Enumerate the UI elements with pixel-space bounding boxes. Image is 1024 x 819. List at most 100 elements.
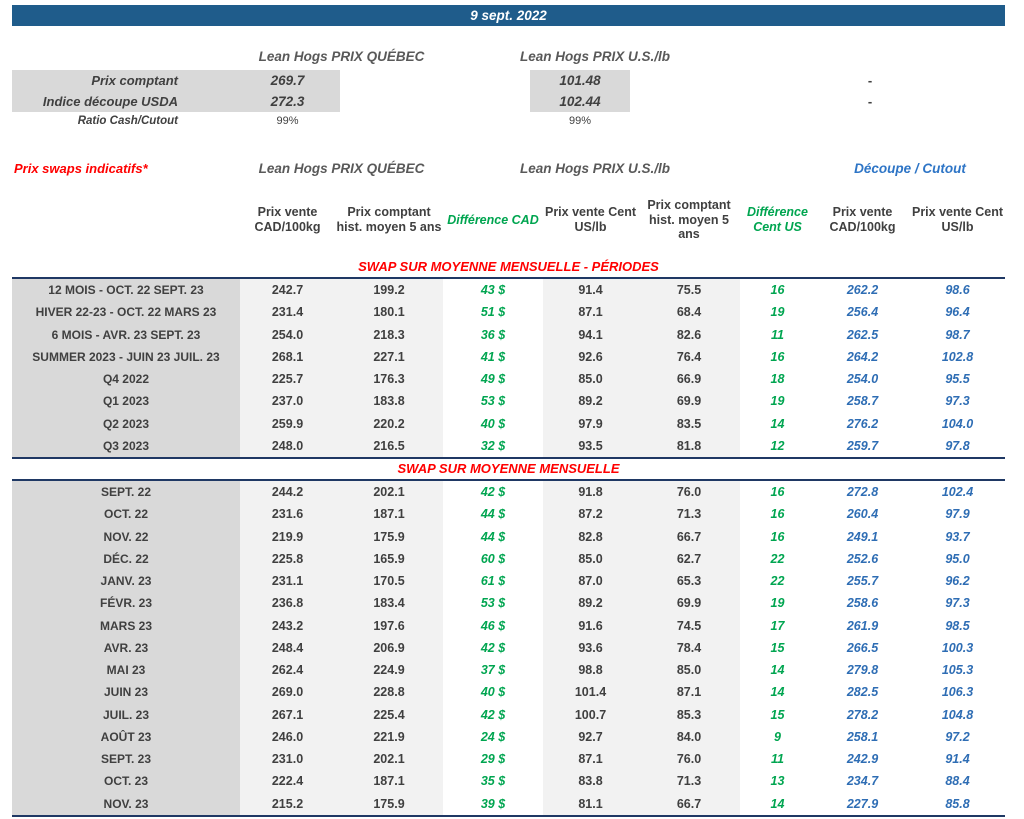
cell-prix-vente-cad: 231.1 [240, 570, 335, 592]
cell-prix-vente-cad: 231.4 [240, 301, 335, 323]
cell-cutout-us: 93.7 [910, 526, 1005, 548]
cutout-header: Découpe / Cutout [815, 158, 1005, 178]
row-label: Q2 2023 [12, 413, 240, 435]
cell-difference-cad: 44 $ [443, 526, 543, 548]
cell-hist-us: 76.4 [638, 346, 740, 368]
swap-table-mensuelle: SEPT. 22244.2202.142 $91.876.016272.8102… [12, 479, 1005, 817]
cell-prix-vente-cad: 248.4 [240, 637, 335, 659]
cell-prix-vente-cad: 222.4 [240, 770, 335, 792]
cell-hist-cad: 187.1 [335, 770, 443, 792]
row-label: Q3 2023 [12, 435, 240, 457]
cell-difference-cad: 44 $ [443, 503, 543, 525]
cell-cutout-cad: 252.6 [815, 548, 910, 570]
cell-hist-cad: 202.1 [335, 481, 443, 503]
cell-prix-vente-us: 91.4 [543, 279, 638, 301]
cell-difference-cad: 29 $ [443, 748, 543, 770]
column-header: Prix vente Cent US/lb [910, 190, 1005, 250]
cell-difference-us: 11 [740, 324, 815, 346]
swaps-quebec-header: Lean Hogs PRIX QUÉBEC [240, 158, 443, 178]
cell-prix-vente-us: 89.2 [543, 390, 638, 412]
cell-cutout-us: 104.8 [910, 704, 1005, 726]
column-header: Prix vente CAD/100kg [815, 190, 910, 250]
ratio-label: Ratio Cash/Cutout [12, 112, 178, 130]
cell-hist-us: 81.8 [638, 435, 740, 457]
cell-hist-cad: 216.5 [335, 435, 443, 457]
report-date: 9 sept. 2022 [470, 8, 547, 23]
cell-cutout-cad: 234.7 [815, 770, 910, 792]
cell-difference-us: 14 [740, 681, 815, 703]
cell-hist-us: 84.0 [638, 726, 740, 748]
cell-hist-us: 85.3 [638, 704, 740, 726]
cell-prix-vente-cad: 231.6 [240, 503, 335, 525]
cell-cutout-us: 88.4 [910, 770, 1005, 792]
cell-hist-us: 65.3 [638, 570, 740, 592]
cell-hist-us: 66.7 [638, 793, 740, 815]
cell-hist-cad: 170.5 [335, 570, 443, 592]
cell-cutout-cad: 258.7 [815, 390, 910, 412]
cell-cutout-us: 106.3 [910, 681, 1005, 703]
cell-hist-cad: 176.3 [335, 368, 443, 390]
cell-hist-us: 66.7 [638, 526, 740, 548]
cell-hist-cad: 220.2 [335, 413, 443, 435]
cell-hist-us: 74.5 [638, 615, 740, 637]
cell-difference-us: 14 [740, 413, 815, 435]
cell-cutout-cad: 254.0 [815, 368, 910, 390]
column-header: Prix comptant hist. moyen 5 ans [335, 190, 443, 250]
cell-hist-us: 62.7 [638, 548, 740, 570]
cell-difference-us: 12 [740, 435, 815, 457]
column-header: Différence CAD [443, 190, 543, 250]
cell-hist-cad: 224.9 [335, 659, 443, 681]
cell-hist-cad: 228.8 [335, 681, 443, 703]
cell-prix-vente-cad: 236.8 [240, 592, 335, 614]
cell-prix-vente-cad: 219.9 [240, 526, 335, 548]
spot-note-dash: - [845, 91, 895, 112]
cell-cutout-cad: 264.2 [815, 346, 910, 368]
cell-hist-cad: 175.9 [335, 526, 443, 548]
cell-prix-vente-us: 91.6 [543, 615, 638, 637]
cell-prix-vente-us: 82.8 [543, 526, 638, 548]
cell-cutout-cad: 278.2 [815, 704, 910, 726]
cell-prix-vente-cad: 231.0 [240, 748, 335, 770]
spot-row-label: Prix comptant [12, 70, 178, 91]
ratio-quebec-value: 99% [240, 112, 335, 130]
cell-hist-cad: 165.9 [335, 548, 443, 570]
swaps-title: Prix swaps indicatifs* [14, 158, 148, 178]
cell-cutout-cad: 262.5 [815, 324, 910, 346]
cell-difference-cad: 43 $ [443, 279, 543, 301]
cell-hist-us: 76.0 [638, 481, 740, 503]
cell-hist-cad: 199.2 [335, 279, 443, 301]
cell-difference-cad: 24 $ [443, 726, 543, 748]
cell-hist-us: 68.4 [638, 301, 740, 323]
cell-difference-cad: 61 $ [443, 570, 543, 592]
cell-prix-vente-cad: 244.2 [240, 481, 335, 503]
cell-cutout-cad: 227.9 [815, 793, 910, 815]
spot-quebec-value: 272.3 [240, 91, 335, 112]
date-header-bar: 9 sept. 2022 [12, 5, 1005, 26]
cell-difference-cad: 39 $ [443, 793, 543, 815]
cell-hist-cad: 180.1 [335, 301, 443, 323]
cell-difference-cad: 42 $ [443, 481, 543, 503]
cell-hist-us: 69.9 [638, 390, 740, 412]
cell-prix-vente-us: 83.8 [543, 770, 638, 792]
cell-hist-cad: 183.8 [335, 390, 443, 412]
cell-cutout-us: 100.3 [910, 637, 1005, 659]
cell-prix-vente-cad: 225.8 [240, 548, 335, 570]
cell-prix-vente-cad: 237.0 [240, 390, 335, 412]
cell-cutout-cad: 242.9 [815, 748, 910, 770]
cell-hist-cad: 197.6 [335, 615, 443, 637]
row-label: DÉC. 22 [12, 548, 240, 570]
cell-hist-us: 87.1 [638, 681, 740, 703]
cell-prix-vente-us: 100.7 [543, 704, 638, 726]
cell-prix-vente-us: 89.2 [543, 592, 638, 614]
cell-cutout-cad: 260.4 [815, 503, 910, 525]
cell-cutout-us: 98.7 [910, 324, 1005, 346]
cell-difference-us: 19 [740, 592, 815, 614]
cell-hist-us: 83.5 [638, 413, 740, 435]
row-label: FÉVR. 23 [12, 592, 240, 614]
cell-prix-vente-cad: 243.2 [240, 615, 335, 637]
spot-us-value: 102.44 [530, 91, 630, 112]
cell-difference-us: 11 [740, 748, 815, 770]
row-label: JANV. 23 [12, 570, 240, 592]
row-label: 12 MOIS - OCT. 22 SEPT. 23 [12, 279, 240, 301]
report-page: 9 sept. 2022 Lean Hogs PRIX QUÉBEC Lean … [0, 0, 1024, 819]
